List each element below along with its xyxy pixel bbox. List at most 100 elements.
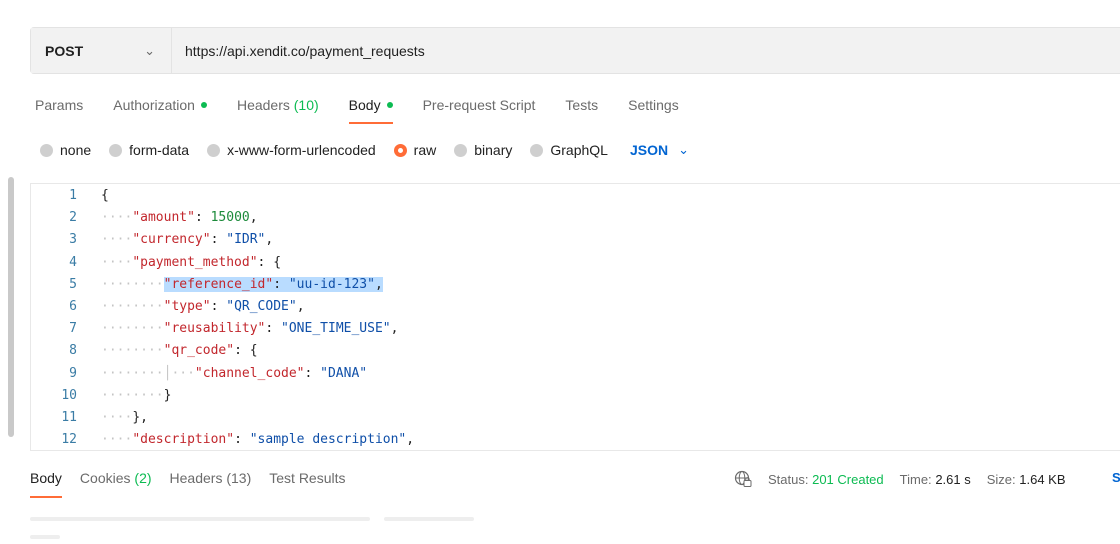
- radio-button[interactable]: [530, 143, 544, 157]
- code-content: ····"amount": 15000,: [101, 207, 258, 229]
- status-item: Status: 201 Created: [768, 472, 884, 487]
- body-type-x-www-form-urlencoded[interactable]: x-www-form-urlencoded: [207, 142, 376, 158]
- radio-button[interactable]: [109, 143, 123, 157]
- json-key: "description": [132, 432, 235, 448]
- radio-button[interactable]: [454, 143, 468, 157]
- time-label: Time:: [899, 471, 932, 487]
- body-type-options: none form-data x-www-form-urlencoded raw bin…: [40, 140, 689, 160]
- line-number: 12: [61, 432, 77, 448]
- body-type-graphql[interactable]: GraphQL: [530, 142, 608, 158]
- time-item: Time: 2.61 s: [900, 472, 971, 487]
- tab-label: Authorization: [113, 97, 195, 113]
- code-tokens: "amount": 15000,: [132, 210, 257, 225]
- body-type-binary[interactable]: binary: [454, 142, 512, 158]
- request-bar: POST ⌄ https://api.xendit.co/payment_req…: [30, 27, 1120, 74]
- method-label: POST: [45, 42, 84, 59]
- method-select[interactable]: POST ⌄: [31, 28, 171, 73]
- chevron-down-icon: ⌄: [678, 142, 689, 157]
- response-tab-body[interactable]: Body: [30, 470, 62, 498]
- size-value[interactable]: 1.64 KB: [1019, 472, 1065, 487]
- tab-body[interactable]: Body: [348, 95, 393, 127]
- code-content: {: [101, 185, 109, 207]
- code-content: ····"payment_method": {: [101, 252, 281, 274]
- body-type-raw[interactable]: raw: [393, 142, 436, 158]
- code-line: 9 ········│···"channel_code": "DANA": [31, 363, 1120, 385]
- body-type-form-data[interactable]: form-data: [109, 142, 189, 158]
- code-line: 7 ········"reusability": "ONE_TIME_USE",: [31, 318, 1120, 340]
- selected-text: "reference_id": "uu-id-123",: [163, 276, 383, 292]
- radio-button[interactable]: [40, 143, 53, 157]
- json-punct: :: [210, 299, 227, 314]
- json-punct: :: [265, 321, 282, 337]
- line-number: 11: [61, 410, 77, 425]
- status-label: Status:: [768, 471, 809, 487]
- response-tab-test-results[interactable]: Test Results: [269, 470, 345, 486]
- indent-guide: ········: [101, 276, 164, 292]
- tab-label: Tests: [565, 97, 599, 113]
- time-value[interactable]: 2.61 s: [935, 472, 970, 487]
- code-tokens: "qr_code": {: [164, 343, 258, 358]
- body-type-none[interactable]: none: [40, 142, 91, 158]
- json-punct: ,: [296, 299, 305, 314]
- status-value[interactable]: 201 Created: [812, 472, 884, 487]
- format-label: JSON: [629, 142, 669, 158]
- globe-network-icon[interactable]: [734, 470, 752, 488]
- line-number: 6: [69, 299, 77, 314]
- tab-headers[interactable]: Headers (10): [237, 95, 319, 127]
- code-tokens: }: [164, 388, 172, 403]
- tab-label: Headers: [236, 97, 290, 113]
- tab-settings[interactable]: Settings: [628, 95, 679, 127]
- json-punct: ,: [406, 432, 415, 448]
- code-content: ····"description": "sample description",: [101, 429, 414, 450]
- tab-label: Cookies: [79, 470, 131, 486]
- json-punct: :: [234, 432, 250, 448]
- json-number: 15000: [210, 210, 250, 226]
- radio-button[interactable]: [207, 143, 221, 157]
- size-label: Size:: [986, 471, 1016, 487]
- tab-count-badge: (10): [293, 97, 319, 113]
- url-input[interactable]: https://api.xendit.co/payment_requests: [171, 28, 1120, 73]
- json-punct: :: [194, 210, 211, 226]
- left-panel-scrollbar[interactable]: [8, 177, 14, 437]
- chevron-down-icon: ⌄: [144, 42, 155, 58]
- format-select[interactable]: JSON ⌄: [630, 142, 689, 158]
- line-number: 2: [69, 210, 77, 226]
- code-line: 1{: [31, 185, 1120, 207]
- response-tab-headers[interactable]: Headers (13): [170, 470, 252, 486]
- code-line: 3 ····"currency": "IDR",: [31, 229, 1120, 251]
- json-key: "reference_id": [163, 276, 274, 292]
- code-tokens: "channel_code": "DANA": [195, 366, 367, 381]
- request-tabs: Params Authorization Headers (10) Body Pre-r…: [35, 95, 709, 127]
- json-key: "type": [163, 299, 211, 314]
- tab-params[interactable]: Params: [35, 95, 83, 127]
- tab-label: Test Results: [269, 470, 346, 486]
- line-number: 8: [69, 343, 77, 359]
- tab-tests[interactable]: Tests: [565, 95, 598, 127]
- tab-authorization[interactable]: Authorization: [113, 95, 207, 127]
- indent-guide: ····: [101, 210, 133, 226]
- response-tab-cookies[interactable]: Cookies (2): [80, 470, 152, 486]
- code-tokens: "currency": "IDR",: [132, 232, 273, 247]
- code-line: 8 ········"qr_code": {: [31, 340, 1120, 362]
- json-punct: : {: [257, 254, 282, 270]
- radio-label: binary: [474, 142, 513, 158]
- code-tokens: "description": "sample description",: [132, 432, 414, 447]
- line-number: 1: [69, 188, 77, 203]
- radio-button[interactable]: [393, 143, 407, 157]
- tab-label: Body: [30, 470, 62, 486]
- json-punct: :: [304, 365, 321, 381]
- code-editor[interactable]: 1{2 ····"amount": 15000, 3 ····"currency": …: [30, 183, 1120, 451]
- status-dot-icon: [386, 102, 393, 109]
- code-line: 12 ····"description": "sample description…: [31, 429, 1120, 450]
- code-content: ········"qr_code": {: [101, 340, 258, 362]
- code-tokens: "reusability": "ONE_TIME_USE",: [164, 321, 399, 336]
- json-string: "IDR": [226, 232, 266, 248]
- code-tokens: "payment_method": {: [132, 255, 281, 270]
- json-key: "qr_code": [163, 343, 235, 359]
- tab-count-badge: (13): [226, 470, 252, 486]
- save-response-button[interactable]: S: [1112, 470, 1120, 485]
- tab-label: Params: [35, 97, 84, 113]
- line-number: 5: [69, 276, 77, 292]
- json-punct: ,: [265, 232, 274, 248]
- tab-pre-request-script[interactable]: Pre-request Script: [423, 95, 536, 127]
